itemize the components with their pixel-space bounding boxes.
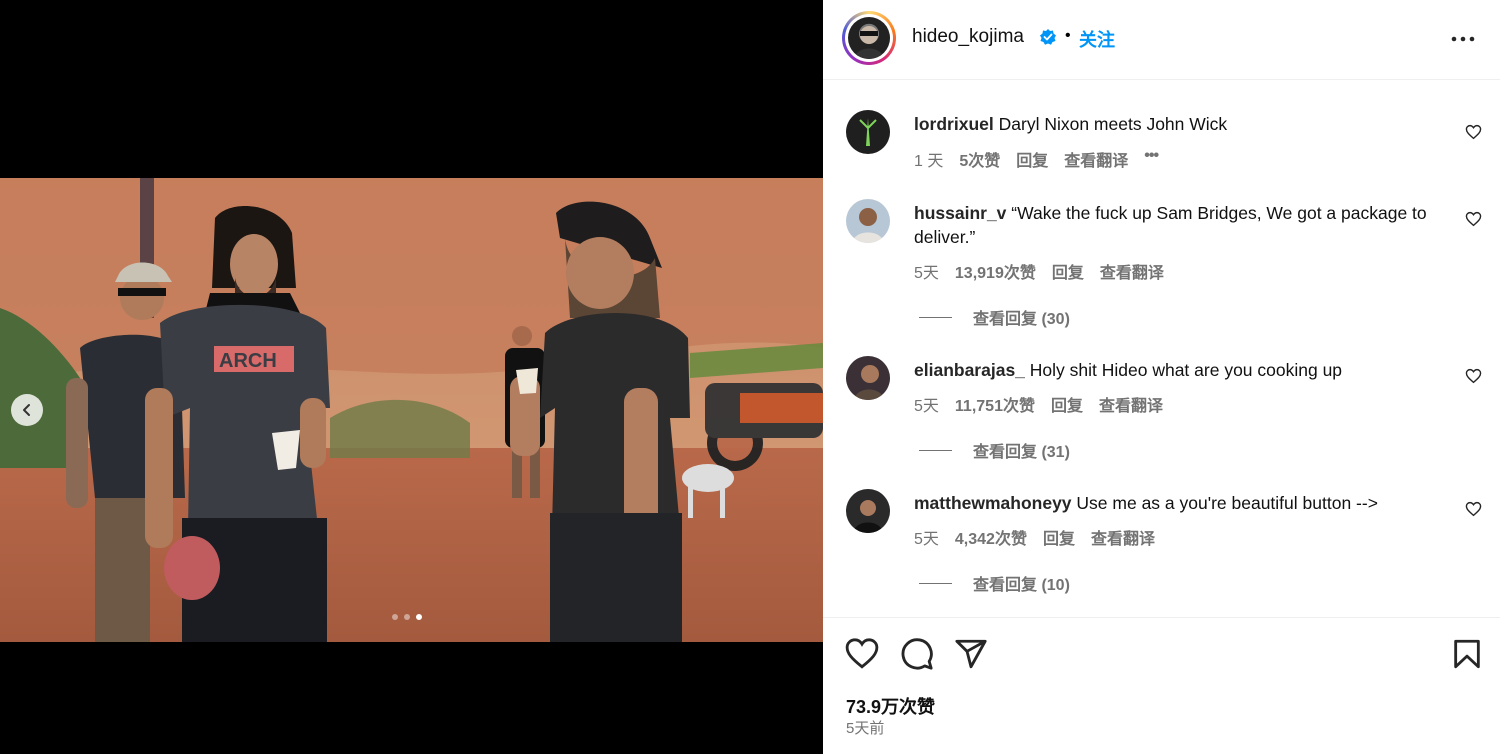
comment-text: Holy shit Hideo what are you cooking up: [1029, 360, 1343, 380]
commenter-avatar[interactable]: [846, 110, 890, 154]
translate-button[interactable]: 查看翻译: [1100, 259, 1164, 283]
view-replies-button[interactable]: 查看回复 (30): [919, 305, 1070, 329]
comment-text: Use me as a you're beautiful button -->: [1076, 493, 1378, 513]
reply-button[interactable]: 回复: [1052, 259, 1084, 283]
commenter-avatar[interactable]: [846, 199, 890, 243]
carousel-dot-active: [416, 614, 422, 620]
replies-divider: [919, 449, 952, 451]
replies-divider: [919, 582, 952, 584]
translate-button[interactable]: 查看翻译: [1064, 147, 1128, 171]
post-detail-panel: hideo_kojima • 关注 lordrixuel Daryl Nixon…: [823, 0, 1500, 754]
view-replies-label: 查看回复 (30): [973, 311, 1070, 328]
comment-text: Daryl Nixon meets John Wick: [998, 114, 1228, 134]
post-header: hideo_kojima • 关注: [823, 0, 1500, 80]
comment-like-count[interactable]: 11,751次赞: [955, 392, 1035, 416]
shirt-print: ARCH: [219, 350, 277, 372]
translate-button[interactable]: 查看翻译: [1091, 525, 1155, 549]
view-replies-label: 查看回复 (10): [973, 577, 1070, 594]
comment-meta: 5天 13,919次赞 回复 查看翻译: [914, 259, 1164, 283]
heart-icon[interactable]: [845, 637, 879, 671]
comment-like-count[interactable]: 13,919次赞: [955, 259, 1036, 283]
replies-divider: [919, 316, 952, 318]
comment-heart-icon[interactable]: [1465, 368, 1482, 384]
owner-username[interactable]: hideo_kojima: [912, 26, 1024, 48]
comment-icon[interactable]: [900, 637, 934, 671]
view-replies-button[interactable]: 查看回复 (10): [919, 571, 1070, 595]
view-replies-label: 查看回复 (31): [973, 444, 1070, 461]
carousel-dot: [392, 614, 398, 620]
separator-dot: •: [1065, 27, 1071, 44]
comment-meta: 1 天 5次赞 回复 查看翻译 •••: [914, 147, 1159, 171]
comment-options-button[interactable]: •••: [1144, 147, 1159, 171]
reply-button[interactable]: 回复: [1043, 525, 1075, 549]
more-horizontal-icon[interactable]: [1451, 36, 1477, 42]
carousel-indicator: [392, 614, 422, 620]
comment-username[interactable]: matthewmahoneyy: [914, 493, 1072, 513]
follow-button[interactable]: 关注: [1079, 26, 1115, 52]
reply-button[interactable]: 回复: [1051, 392, 1083, 416]
media-pane: ARCH: [0, 0, 823, 754]
commenter-avatar[interactable]: [846, 489, 890, 533]
bookmark-icon[interactable]: [1450, 637, 1484, 671]
comment-username[interactable]: elianbarajas_: [914, 360, 1025, 380]
post-photo[interactable]: ARCH: [0, 178, 823, 642]
comment-time[interactable]: 5天: [914, 259, 939, 283]
verified-badge-icon: [1040, 29, 1056, 45]
comment-time[interactable]: 1 天: [914, 147, 943, 171]
comment-heart-icon[interactable]: [1465, 211, 1482, 227]
comment-username[interactable]: hussainr_v: [914, 203, 1006, 223]
commenter-avatar[interactable]: [846, 356, 890, 400]
share-icon[interactable]: [954, 637, 988, 671]
carousel-prev-button[interactable]: [11, 394, 43, 426]
comment-like-count[interactable]: 5次赞: [959, 147, 1000, 171]
comment-heart-icon[interactable]: [1465, 501, 1482, 517]
owner-avatar[interactable]: [842, 11, 896, 65]
carousel-dot: [404, 614, 410, 620]
reply-button[interactable]: 回复: [1016, 147, 1048, 171]
translate-button[interactable]: 查看翻译: [1099, 392, 1163, 416]
post-timestamp[interactable]: 5天前: [846, 717, 884, 738]
comment-like-count[interactable]: 4,342次赞: [955, 525, 1027, 549]
comment-time[interactable]: 5天: [914, 525, 939, 549]
comment-time[interactable]: 5天: [914, 392, 939, 416]
view-replies-button[interactable]: 查看回复 (31): [919, 438, 1070, 462]
comment-meta: 5天 11,751次赞 回复 查看翻译: [914, 392, 1163, 416]
comment-meta: 5天 4,342次赞 回复 查看翻译: [914, 525, 1155, 549]
comment-heart-icon[interactable]: [1465, 124, 1482, 140]
post-like-count[interactable]: 73.9万次赞: [846, 693, 935, 719]
chevron-left-icon: [23, 404, 30, 416]
comment-username[interactable]: lordrixuel: [914, 114, 994, 134]
